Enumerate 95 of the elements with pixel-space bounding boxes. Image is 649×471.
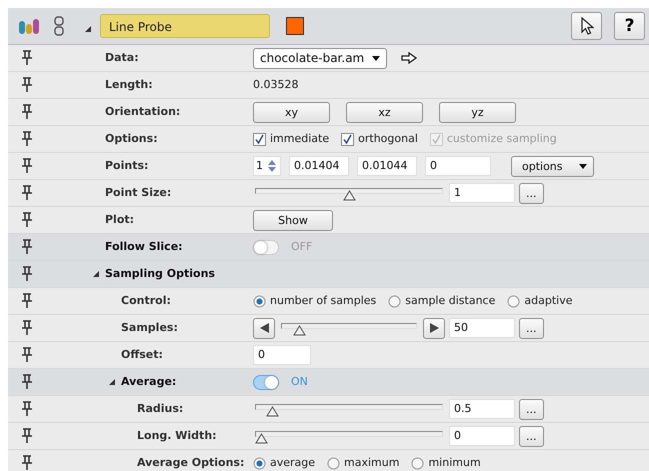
option-label: customize sampling	[446, 130, 557, 147]
field-label: Control:	[121, 292, 171, 309]
slider-thumb[interactable]	[343, 190, 356, 201]
field-label: Offset:	[121, 346, 163, 363]
field-label: Average Options:	[137, 454, 244, 471]
pointer-button[interactable]	[571, 12, 602, 40]
option-label: number of samples	[270, 292, 376, 309]
value-field[interactable]: 0.5	[449, 399, 515, 419]
radio-button[interactable]	[411, 456, 424, 470]
radio-button[interactable]	[253, 456, 266, 470]
color-swatch[interactable]	[286, 17, 304, 35]
option-label: average	[270, 454, 316, 471]
chain-icon[interactable]	[54, 16, 64, 36]
radio-button[interactable]	[253, 294, 266, 308]
orientation-button[interactable]: yz	[439, 102, 516, 122]
orientation-button[interactable]: xy	[253, 102, 330, 122]
pin-icon[interactable]	[19, 77, 35, 93]
option-label: maximum	[344, 454, 400, 471]
step-right-button[interactable]	[423, 318, 445, 338]
dropdown[interactable]: chocolate-bar.am	[253, 48, 388, 68]
value-field[interactable]: 0	[253, 345, 311, 365]
pin-icon[interactable]	[19, 401, 35, 417]
pin-icon[interactable]	[19, 347, 35, 363]
pin-icon[interactable]	[19, 104, 35, 120]
more-button[interactable]: ...	[519, 426, 544, 446]
pin-icon[interactable]	[19, 374, 35, 390]
field-label: Radius:	[137, 400, 184, 417]
option-label: immediate	[270, 130, 330, 147]
pin-icon[interactable]	[19, 293, 35, 309]
option-label: orthogonal	[358, 130, 418, 147]
field-label: Follow Slice:	[105, 238, 183, 255]
field-label: Average:	[121, 374, 176, 390]
step-left-button[interactable]	[253, 318, 275, 338]
caret-icon	[372, 56, 380, 60]
pin-icon[interactable]	[19, 131, 35, 147]
slider-thumb[interactable]	[293, 325, 306, 336]
coordinate-field[interactable]: 0.01044	[357, 156, 417, 176]
value-field[interactable]: 1	[449, 183, 515, 203]
pin-icon[interactable]	[19, 158, 35, 174]
toggle-switch[interactable]	[253, 374, 279, 390]
pin-icon[interactable]	[19, 50, 35, 66]
value-field[interactable]: 0	[449, 426, 515, 446]
help-button[interactable]: ?	[614, 12, 645, 40]
toggle-switch[interactable]	[253, 240, 279, 254]
more-button[interactable]: ...	[519, 182, 544, 204]
expand-icon[interactable]	[84, 25, 92, 33]
slider-thumb[interactable]	[255, 433, 268, 444]
show-button[interactable]: Show	[253, 210, 333, 230]
orientation-button[interactable]: xz	[346, 102, 423, 122]
pin-icon[interactable]	[19, 455, 35, 471]
pointer-icon	[580, 17, 594, 35]
expand-icon[interactable]	[91, 270, 101, 278]
field-label: Data:	[105, 50, 139, 66]
field-label: Length:	[105, 76, 153, 93]
options-dropdown[interactable]: options	[511, 156, 594, 176]
pin-icon[interactable]	[19, 266, 35, 282]
checkbox[interactable]	[253, 132, 266, 146]
field-label: Samples:	[121, 320, 178, 336]
toggle-state: ON	[291, 374, 308, 390]
pin-icon[interactable]	[19, 320, 35, 336]
field-label: Sampling Options	[105, 266, 215, 282]
option-label: adaptive	[524, 292, 572, 309]
field-label: Points:	[105, 158, 148, 174]
left-arrow-icon	[260, 323, 268, 333]
option-label: sample distance	[405, 292, 496, 309]
cylinders-icon	[18, 16, 40, 36]
length-value: 0.03528	[253, 76, 298, 93]
field-label: Options:	[105, 130, 158, 147]
value-field[interactable]: 50	[449, 318, 515, 338]
field-label: Plot:	[105, 212, 134, 228]
slider-thumb[interactable]	[266, 406, 279, 417]
radio-button[interactable]	[507, 294, 520, 308]
more-button[interactable]: ...	[519, 398, 544, 420]
pin-icon[interactable]	[19, 428, 35, 444]
coordinate-field[interactable]: 0	[425, 156, 491, 176]
field-label: Long. Width:	[137, 428, 217, 444]
field-label: Point Size:	[105, 184, 172, 201]
spin-field[interactable]: 1	[253, 156, 281, 176]
caret-icon	[578, 164, 587, 168]
expand-icon[interactable]	[107, 378, 117, 386]
pin-icon[interactable]	[19, 185, 35, 201]
pin-icon[interactable]	[19, 239, 35, 255]
radio-button[interactable]	[388, 294, 402, 308]
pin-icon[interactable]	[19, 212, 35, 228]
field-label: Orientation:	[105, 104, 180, 120]
arrow-icon[interactable]	[401, 52, 418, 64]
coordinate-field[interactable]: 0.01404	[289, 156, 349, 176]
right-arrow-icon	[430, 323, 438, 333]
checkbox[interactable]	[341, 132, 354, 146]
radio-button[interactable]	[327, 456, 340, 470]
spin-arrows-icon	[267, 158, 277, 174]
toggle-state: OFF	[291, 238, 312, 255]
more-button[interactable]: ...	[519, 318, 544, 338]
title-field[interactable]: Line Probe	[100, 14, 270, 38]
option-label: minimum	[428, 454, 481, 471]
